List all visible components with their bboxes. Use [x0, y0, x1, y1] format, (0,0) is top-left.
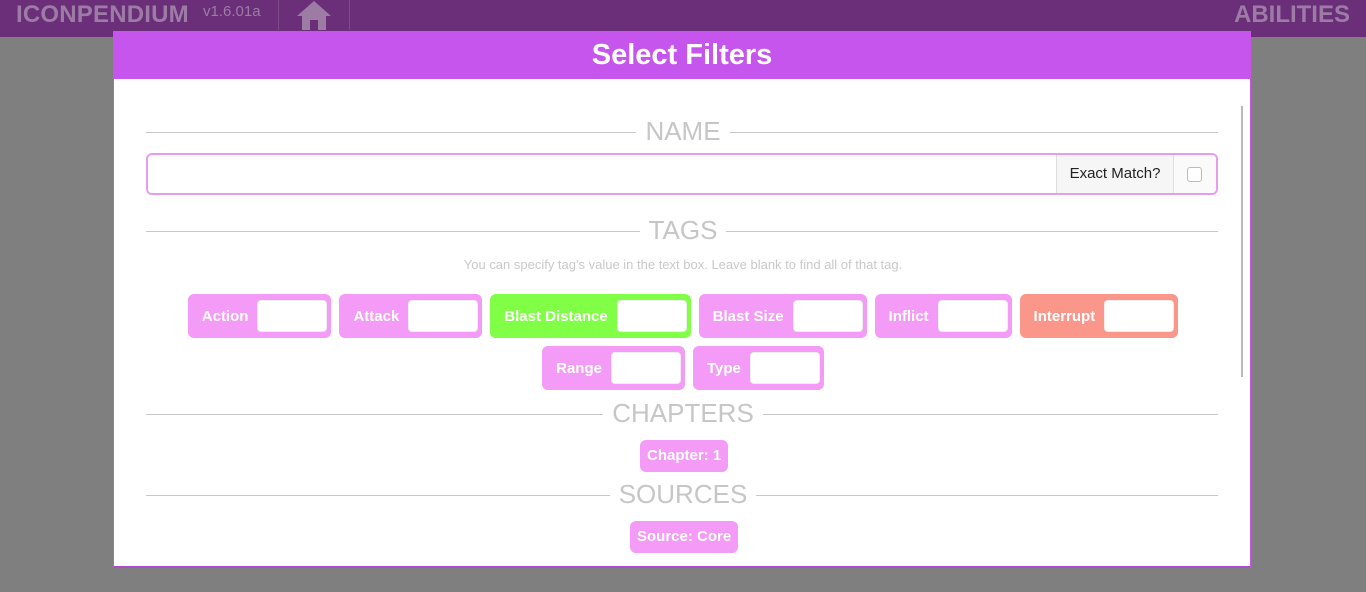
tag-value-input[interactable] — [937, 300, 1008, 332]
tags-heading: TAGS — [114, 215, 1250, 245]
tag-label: Blast Distance — [504, 307, 608, 325]
chapters-heading: CHAPTERS — [114, 398, 1250, 428]
tag-label: Inflict — [888, 307, 929, 325]
chapter-pill[interactable]: Chapter: 1 — [640, 440, 729, 472]
section-title: ABILITIES — [1233, 1, 1350, 28]
tag-value-input[interactable] — [749, 352, 820, 384]
tag-label: Interrupt — [1033, 307, 1096, 325]
tag-range[interactable]: Range — [542, 346, 685, 390]
tag-value-input[interactable] — [257, 300, 328, 332]
tag-value-input[interactable] — [408, 300, 479, 332]
name-heading-text: NAME — [636, 116, 730, 146]
tag-inflict[interactable]: Inflict — [874, 294, 1012, 338]
sources-heading: SOURCES — [114, 479, 1250, 509]
app-version: v1.6.01a — [203, 3, 261, 20]
home-button[interactable] — [278, 0, 350, 30]
name-heading: NAME — [114, 116, 1250, 146]
home-icon — [297, 1, 331, 30]
tag-row-1: Action Attack Blast Distance Blast Size … — [114, 294, 1250, 338]
tag-label: Range — [556, 359, 602, 377]
tag-label: Type — [706, 359, 741, 377]
tag-label: Action — [201, 307, 249, 325]
tag-label: Blast Size — [712, 307, 784, 325]
app-brand[interactable]: ICONPENDIUM — [16, 1, 189, 29]
name-search-input[interactable] — [148, 155, 1056, 193]
tag-action[interactable]: Action — [187, 294, 332, 338]
tag-value-input[interactable] — [1104, 300, 1175, 332]
tag-label: Attack — [353, 307, 400, 325]
exact-match-toggle[interactable] — [1173, 155, 1216, 193]
tag-type[interactable]: Type — [692, 346, 824, 390]
name-filter-group: Exact Match? — [146, 153, 1218, 195]
exact-match-checkbox[interactable] — [1187, 167, 1202, 182]
tag-value-input[interactable] — [610, 352, 681, 384]
modal-body: NAME Exact Match? TAGS You can specify t… — [114, 79, 1250, 566]
tag-value-input[interactable] — [792, 300, 863, 332]
filter-modal: Select Filters NAME Exact Match? TAGS Yo… — [113, 31, 1251, 568]
tag-blast-distance[interactable]: Blast Distance — [490, 294, 691, 338]
chapters-heading-text: CHAPTERS — [603, 398, 763, 428]
tag-interrupt[interactable]: Interrupt — [1019, 294, 1179, 338]
tag-value-input[interactable] — [616, 300, 687, 332]
modal-title: Select Filters — [114, 32, 1250, 79]
source-pill[interactable]: Source: Core — [630, 521, 739, 553]
tags-heading-text: TAGS — [639, 215, 727, 245]
tag-row-2: Range Type — [114, 346, 1250, 390]
tag-attack[interactable]: Attack — [339, 294, 483, 338]
tags-hint: You can specify tag's value in the text … — [463, 257, 903, 272]
sources-heading-text: SOURCES — [609, 479, 757, 509]
exact-match-label: Exact Match? — [1056, 155, 1173, 193]
tag-blast-size[interactable]: Blast Size — [698, 294, 867, 338]
